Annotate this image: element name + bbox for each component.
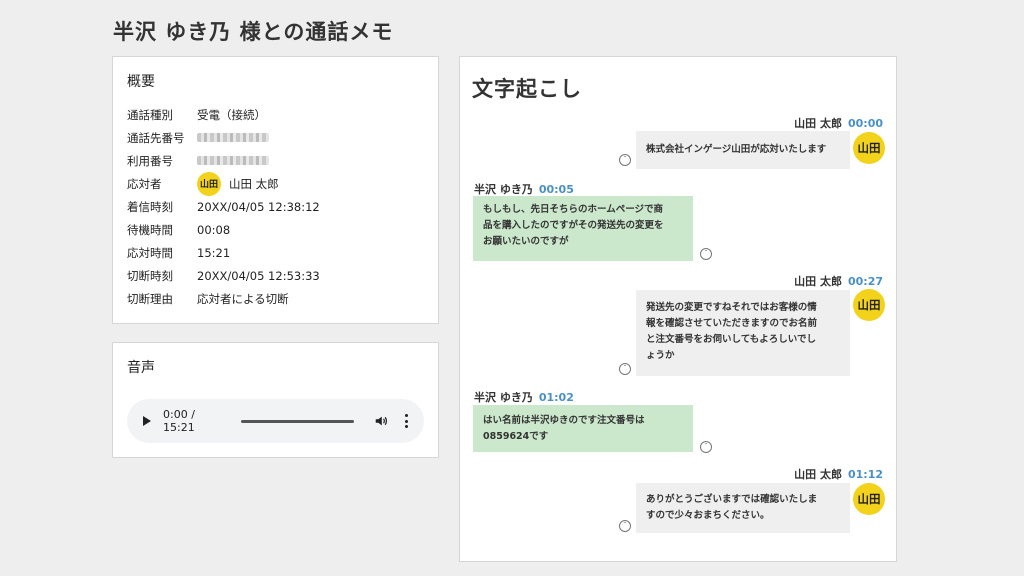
summary-value: 00:08 <box>197 222 231 237</box>
summary-row-used-number: 利用番号 <box>127 149 424 172</box>
redacted-used-number <box>197 156 269 165</box>
page-title: 半沢 ゆき乃 様との通話メモ <box>113 20 394 44</box>
reaction-icon[interactable]: ˘ <box>619 363 631 375</box>
message-timestamp[interactable]: 01:02 <box>539 391 574 404</box>
audio-card: 音声 0:00 / 15:21 <box>112 342 439 458</box>
message-bubble-customer: もしもし、先日そちらのホームページで商 品を購入したのですがその発送先の変更を … <box>473 196 693 261</box>
audio-time: 0:00 / 15:21 <box>163 408 195 434</box>
speaker-name: 半沢 ゆき乃 <box>474 391 533 404</box>
summary-value: 応対者による切断 <box>197 291 289 306</box>
message-line: もしもし、先日そちらのホームページで商 <box>483 204 664 215</box>
summary-card: 概要 通話種別 受電（接続） 通話先番号 利用番号 応対者 山田 山田 太郎 着… <box>112 56 439 324</box>
summary-value: 20XX/04/05 12:38:12 <box>197 199 320 214</box>
summary-key: 応対時間 <box>127 245 173 260</box>
more-icon[interactable] <box>404 414 408 428</box>
message-bubble-customer: はい名前は半沢ゆきのです注文番号は 0859624です <box>473 405 693 452</box>
summary-row-destination-number: 通話先番号 <box>127 126 424 149</box>
summary-value: 山田 太郎 <box>229 176 279 191</box>
speaker-name: 山田 太郎 <box>794 468 842 481</box>
message-line: 報を確認させていただきますのでお名前 <box>646 318 818 329</box>
reaction-icon[interactable]: ˘ <box>619 520 631 532</box>
message-line: と注文番号をお伺いしてもよろしいでし <box>646 334 816 345</box>
summary-value: 20XX/04/05 12:53:33 <box>197 268 320 283</box>
message-bubble-agent: ありがとうございますでは確認いたしま すので少々おまちください。 <box>636 483 850 533</box>
agent-avatar: 山田 <box>197 171 221 196</box>
message-bubble-agent: 株式会社インゲージ山田が応対いたします <box>636 131 850 169</box>
summary-row-call-type: 通話種別 受電（接続） <box>127 103 424 126</box>
summary-title: 概要 <box>127 74 155 90</box>
message-line: お願いたいのですが <box>483 236 569 247</box>
redacted-phone-number <box>197 133 269 142</box>
message-line: 品を購入したのですがその発送先の変更を <box>483 220 664 231</box>
summary-row-disconnect-reason: 切断理由 応対者による切断 <box>127 287 424 310</box>
speaker-name: 山田 太郎 <box>794 275 842 288</box>
message-bubble-agent: 発送先の変更ですねそれではお客様の情 報を確認させていただきますのでお名前 と注… <box>636 290 850 376</box>
message-line: はい名前は半沢ゆきのです注文番号は <box>483 415 645 426</box>
summary-value: 受電（接続） <box>197 107 266 122</box>
audio-player: 0:00 / 15:21 <box>127 399 424 443</box>
summary-key: 通話先番号 <box>127 130 185 145</box>
agent-avatar: 山田 <box>853 289 885 321</box>
message-timestamp[interactable]: 01:12 <box>848 468 883 481</box>
message-line: ありがとうございますでは確認いたしま <box>646 494 818 505</box>
reaction-icon[interactable]: ˘ <box>700 441 712 453</box>
summary-key: 応対者 <box>127 176 162 191</box>
message-line: 発送先の変更ですねそれではお客様の情 <box>646 302 817 313</box>
summary-value: 15:21 <box>197 245 231 260</box>
message-timestamp[interactable]: 00:27 <box>848 275 883 288</box>
summary-row-disconnect-time: 切断時刻 20XX/04/05 12:53:33 <box>127 264 424 287</box>
summary-key: 待機時間 <box>127 222 173 237</box>
audio-progress-track[interactable] <box>241 419 355 423</box>
summary-row-wait-time: 待機時間 00:08 <box>127 218 424 241</box>
speaker-name: 半沢 ゆき乃 <box>474 183 533 196</box>
message-meta: 山田 太郎 00:27 <box>794 273 883 289</box>
audio-title: 音声 <box>127 360 155 376</box>
summary-row-incoming-time: 着信時刻 20XX/04/05 12:38:12 <box>127 195 424 218</box>
message-line: 0859624です <box>483 431 549 442</box>
reaction-icon[interactable]: ˘ <box>700 248 712 260</box>
message-meta: 半沢 ゆき乃 01:02 <box>474 389 574 405</box>
message-line: 株式会社インゲージ山田が応対いたします <box>646 144 827 155</box>
message-timestamp[interactable]: 00:05 <box>539 183 574 196</box>
message-meta: 山田 太郎 01:12 <box>794 466 883 482</box>
summary-key: 切断時刻 <box>127 268 173 283</box>
message-line: すので少々おまちください。 <box>646 510 770 521</box>
message-meta: 半沢 ゆき乃 00:05 <box>474 181 574 197</box>
transcript-card: 文字起こし 山田 太郎 00:00 株式会社インゲージ山田が応対いたします 山田 … <box>459 56 897 562</box>
transcript-title: 文字起こし <box>472 77 582 101</box>
agent-avatar: 山田 <box>853 132 885 164</box>
summary-row-agent: 応対者 山田 山田 太郎 <box>127 171 424 196</box>
summary-row-handle-time: 応対時間 15:21 <box>127 241 424 264</box>
speaker-name: 山田 太郎 <box>794 117 842 130</box>
summary-key: 利用番号 <box>127 153 173 168</box>
message-line: ょうか <box>646 350 675 361</box>
summary-key: 着信時刻 <box>127 199 173 214</box>
summary-key: 通話種別 <box>127 107 173 122</box>
summary-key: 切断理由 <box>127 291 173 306</box>
message-timestamp[interactable]: 00:00 <box>848 117 883 130</box>
reaction-icon[interactable]: ˘ <box>619 154 631 166</box>
volume-icon[interactable] <box>374 414 388 428</box>
play-icon[interactable] <box>143 416 151 426</box>
message-meta: 山田 太郎 00:00 <box>794 115 883 131</box>
agent-avatar: 山田 <box>853 483 885 515</box>
